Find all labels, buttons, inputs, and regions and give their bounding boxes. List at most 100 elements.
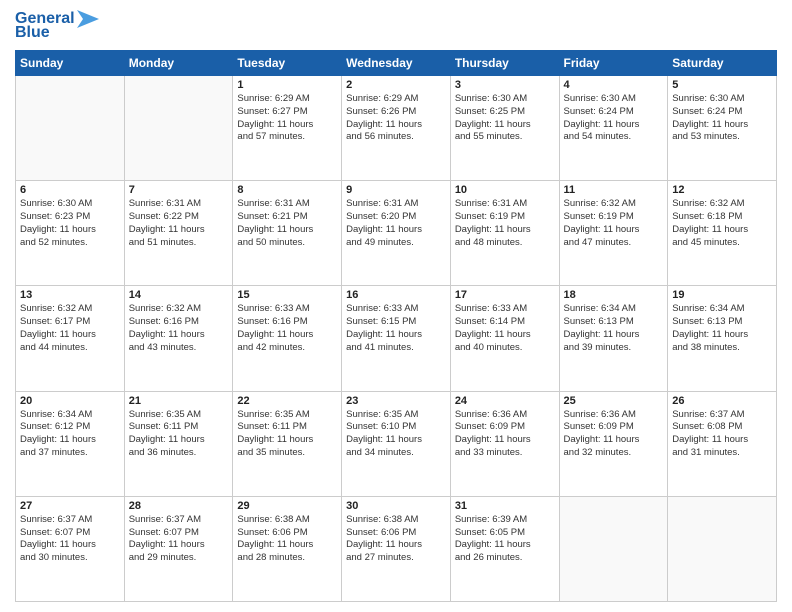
logo-text-block: General Blue [15, 10, 99, 42]
cell-info: Sunrise: 6:36 AM Sunset: 6:09 PM Dayligh… [564, 409, 664, 460]
calendar-cell: 13 Sunrise: 6:32 AM Sunset: 6:17 PM Dayli… [16, 286, 125, 391]
day-number: 27 [20, 500, 120, 512]
day-number: 31 [455, 500, 555, 512]
weekday-header-tuesday: Tuesday [233, 51, 342, 76]
calendar-cell: 14 Sunrise: 6:32 AM Sunset: 6:16 PM Dayli… [124, 286, 233, 391]
calendar-cell: 23 Sunrise: 6:35 AM Sunset: 6:10 PM Dayli… [342, 391, 451, 496]
day-number: 3 [455, 79, 555, 91]
day-number: 13 [20, 289, 120, 301]
cell-info: Sunrise: 6:34 AM Sunset: 6:13 PM Dayligh… [672, 303, 772, 354]
cell-info: Sunrise: 6:29 AM Sunset: 6:27 PM Dayligh… [237, 93, 337, 144]
calendar-cell [668, 496, 777, 601]
calendar-cell: 20Sunrise: 6:34 AM Sunset: 6:12 PM Dayli… [16, 391, 125, 496]
calendar-cell: 24 Sunrise: 6:36 AM Sunset: 6:09 PM Dayli… [450, 391, 559, 496]
calendar-cell [124, 76, 233, 181]
cell-info: Sunrise: 6:37 AM Sunset: 6:07 PM Dayligh… [20, 514, 120, 565]
calendar-cell: 2 Sunrise: 6:29 AM Sunset: 6:26 PM Daylig… [342, 76, 451, 181]
cell-info: Sunrise: 6:36 AM Sunset: 6:09 PM Dayligh… [455, 409, 555, 460]
cell-info: Sunrise: 6:30 AM Sunset: 6:25 PM Dayligh… [455, 93, 555, 144]
day-number: 11 [564, 184, 664, 196]
cell-info: Sunrise: 6:35 AM Sunset: 6:10 PM Dayligh… [346, 409, 446, 460]
day-number: 28 [129, 500, 229, 512]
day-number: 15 [237, 289, 337, 301]
calendar-cell: 19 Sunrise: 6:34 AM Sunset: 6:13 PM Dayli… [668, 286, 777, 391]
calendar-cell: 30Sunrise: 6:38 AM Sunset: 6:06 PM Dayli… [342, 496, 451, 601]
calendar-page: General Blue SundayMondayTuesdayWednesda… [0, 0, 792, 612]
calendar-cell: 4 Sunrise: 6:30 AM Sunset: 6:24 PM Daylig… [559, 76, 668, 181]
cell-info: Sunrise: 6:39 AM Sunset: 6:05 PM Dayligh… [455, 514, 555, 565]
cell-info: Sunrise: 6:32 AM Sunset: 6:18 PM Dayligh… [672, 198, 772, 249]
logo-arrow-icon [77, 10, 99, 28]
cell-info: Sunrise: 6:31 AM Sunset: 6:22 PM Dayligh… [129, 198, 229, 249]
calendar-cell: 18 Sunrise: 6:34 AM Sunset: 6:13 PM Dayli… [559, 286, 668, 391]
calendar-cell: 11 Sunrise: 6:32 AM Sunset: 6:19 PM Dayli… [559, 181, 668, 286]
calendar-cell: 10Sunrise: 6:31 AM Sunset: 6:19 PM Dayli… [450, 181, 559, 286]
weekday-header-wednesday: Wednesday [342, 51, 451, 76]
cell-info: Sunrise: 6:37 AM Sunset: 6:08 PM Dayligh… [672, 409, 772, 460]
day-number: 16 [346, 289, 446, 301]
cell-info: Sunrise: 6:35 AM Sunset: 6:11 PM Dayligh… [129, 409, 229, 460]
calendar-cell: 22 Sunrise: 6:35 AM Sunset: 6:11 PM Dayli… [233, 391, 342, 496]
calendar-cell [16, 76, 125, 181]
weekday-header-monday: Monday [124, 51, 233, 76]
calendar-cell: 27 Sunrise: 6:37 AM Sunset: 6:07 PM Dayli… [16, 496, 125, 601]
calendar-cell: 8Sunrise: 6:31 AM Sunset: 6:21 PM Daylig… [233, 181, 342, 286]
calendar-cell: 7Sunrise: 6:31 AM Sunset: 6:22 PM Daylig… [124, 181, 233, 286]
cell-info: Sunrise: 6:34 AM Sunset: 6:13 PM Dayligh… [564, 303, 664, 354]
day-number: 14 [129, 289, 229, 301]
calendar-table: SundayMondayTuesdayWednesdayThursdayFrid… [15, 50, 777, 602]
cell-info: Sunrise: 6:35 AM Sunset: 6:11 PM Dayligh… [237, 409, 337, 460]
calendar-cell: 6Sunrise: 6:30 AM Sunset: 6:23 PM Daylig… [16, 181, 125, 286]
cell-info: Sunrise: 6:32 AM Sunset: 6:17 PM Dayligh… [20, 303, 120, 354]
calendar-cell: 3 Sunrise: 6:30 AM Sunset: 6:25 PM Daylig… [450, 76, 559, 181]
day-number: 6 [20, 184, 120, 196]
logo: General Blue [15, 10, 99, 42]
calendar-cell: 5Sunrise: 6:30 AM Sunset: 6:24 PM Daylig… [668, 76, 777, 181]
week-row-5: 27 Sunrise: 6:37 AM Sunset: 6:07 PM Dayli… [16, 496, 777, 601]
week-row-1: 1 Sunrise: 6:29 AM Sunset: 6:27 PM Daylig… [16, 76, 777, 181]
cell-info: Sunrise: 6:29 AM Sunset: 6:26 PM Dayligh… [346, 93, 446, 144]
calendar-cell: 25 Sunrise: 6:36 AM Sunset: 6:09 PM Dayli… [559, 391, 668, 496]
cell-info: Sunrise: 6:38 AM Sunset: 6:06 PM Dayligh… [346, 514, 446, 565]
calendar-cell: 28 Sunrise: 6:37 AM Sunset: 6:07 PM Dayli… [124, 496, 233, 601]
logo-blue: Blue [15, 24, 50, 42]
day-number: 25 [564, 395, 664, 407]
day-number: 22 [237, 395, 337, 407]
day-number: 9 [346, 184, 446, 196]
weekday-header-sunday: Sunday [16, 51, 125, 76]
calendar-cell: 15Sunrise: 6:33 AM Sunset: 6:16 PM Dayli… [233, 286, 342, 391]
header: General Blue [15, 10, 777, 42]
cell-info: Sunrise: 6:31 AM Sunset: 6:19 PM Dayligh… [455, 198, 555, 249]
calendar-cell: 9 Sunrise: 6:31 AM Sunset: 6:20 PM Daylig… [342, 181, 451, 286]
day-number: 19 [672, 289, 772, 301]
day-number: 29 [237, 500, 337, 512]
week-row-3: 13 Sunrise: 6:32 AM Sunset: 6:17 PM Dayli… [16, 286, 777, 391]
weekday-header-saturday: Saturday [668, 51, 777, 76]
day-number: 1 [237, 79, 337, 91]
calendar-cell: 26 Sunrise: 6:37 AM Sunset: 6:08 PM Dayli… [668, 391, 777, 496]
calendar-cell: 31 Sunrise: 6:39 AM Sunset: 6:05 PM Dayli… [450, 496, 559, 601]
day-number: 23 [346, 395, 446, 407]
cell-info: Sunrise: 6:38 AM Sunset: 6:06 PM Dayligh… [237, 514, 337, 565]
weekday-header-row: SundayMondayTuesdayWednesdayThursdayFrid… [16, 51, 777, 76]
day-number: 5 [672, 79, 772, 91]
day-number: 20 [20, 395, 120, 407]
day-number: 2 [346, 79, 446, 91]
weekday-header-thursday: Thursday [450, 51, 559, 76]
week-row-4: 20Sunrise: 6:34 AM Sunset: 6:12 PM Dayli… [16, 391, 777, 496]
cell-info: Sunrise: 6:32 AM Sunset: 6:19 PM Dayligh… [564, 198, 664, 249]
calendar-cell: 29 Sunrise: 6:38 AM Sunset: 6:06 PM Dayli… [233, 496, 342, 601]
cell-info: Sunrise: 6:32 AM Sunset: 6:16 PM Dayligh… [129, 303, 229, 354]
cell-info: Sunrise: 6:30 AM Sunset: 6:24 PM Dayligh… [564, 93, 664, 144]
cell-info: Sunrise: 6:33 AM Sunset: 6:14 PM Dayligh… [455, 303, 555, 354]
calendar-cell: 1 Sunrise: 6:29 AM Sunset: 6:27 PM Daylig… [233, 76, 342, 181]
day-number: 21 [129, 395, 229, 407]
day-number: 24 [455, 395, 555, 407]
cell-info: Sunrise: 6:31 AM Sunset: 6:20 PM Dayligh… [346, 198, 446, 249]
cell-info: Sunrise: 6:37 AM Sunset: 6:07 PM Dayligh… [129, 514, 229, 565]
day-number: 4 [564, 79, 664, 91]
day-number: 26 [672, 395, 772, 407]
calendar-cell: 21 Sunrise: 6:35 AM Sunset: 6:11 PM Dayli… [124, 391, 233, 496]
day-number: 18 [564, 289, 664, 301]
calendar-cell: 17Sunrise: 6:33 AM Sunset: 6:14 PM Dayli… [450, 286, 559, 391]
